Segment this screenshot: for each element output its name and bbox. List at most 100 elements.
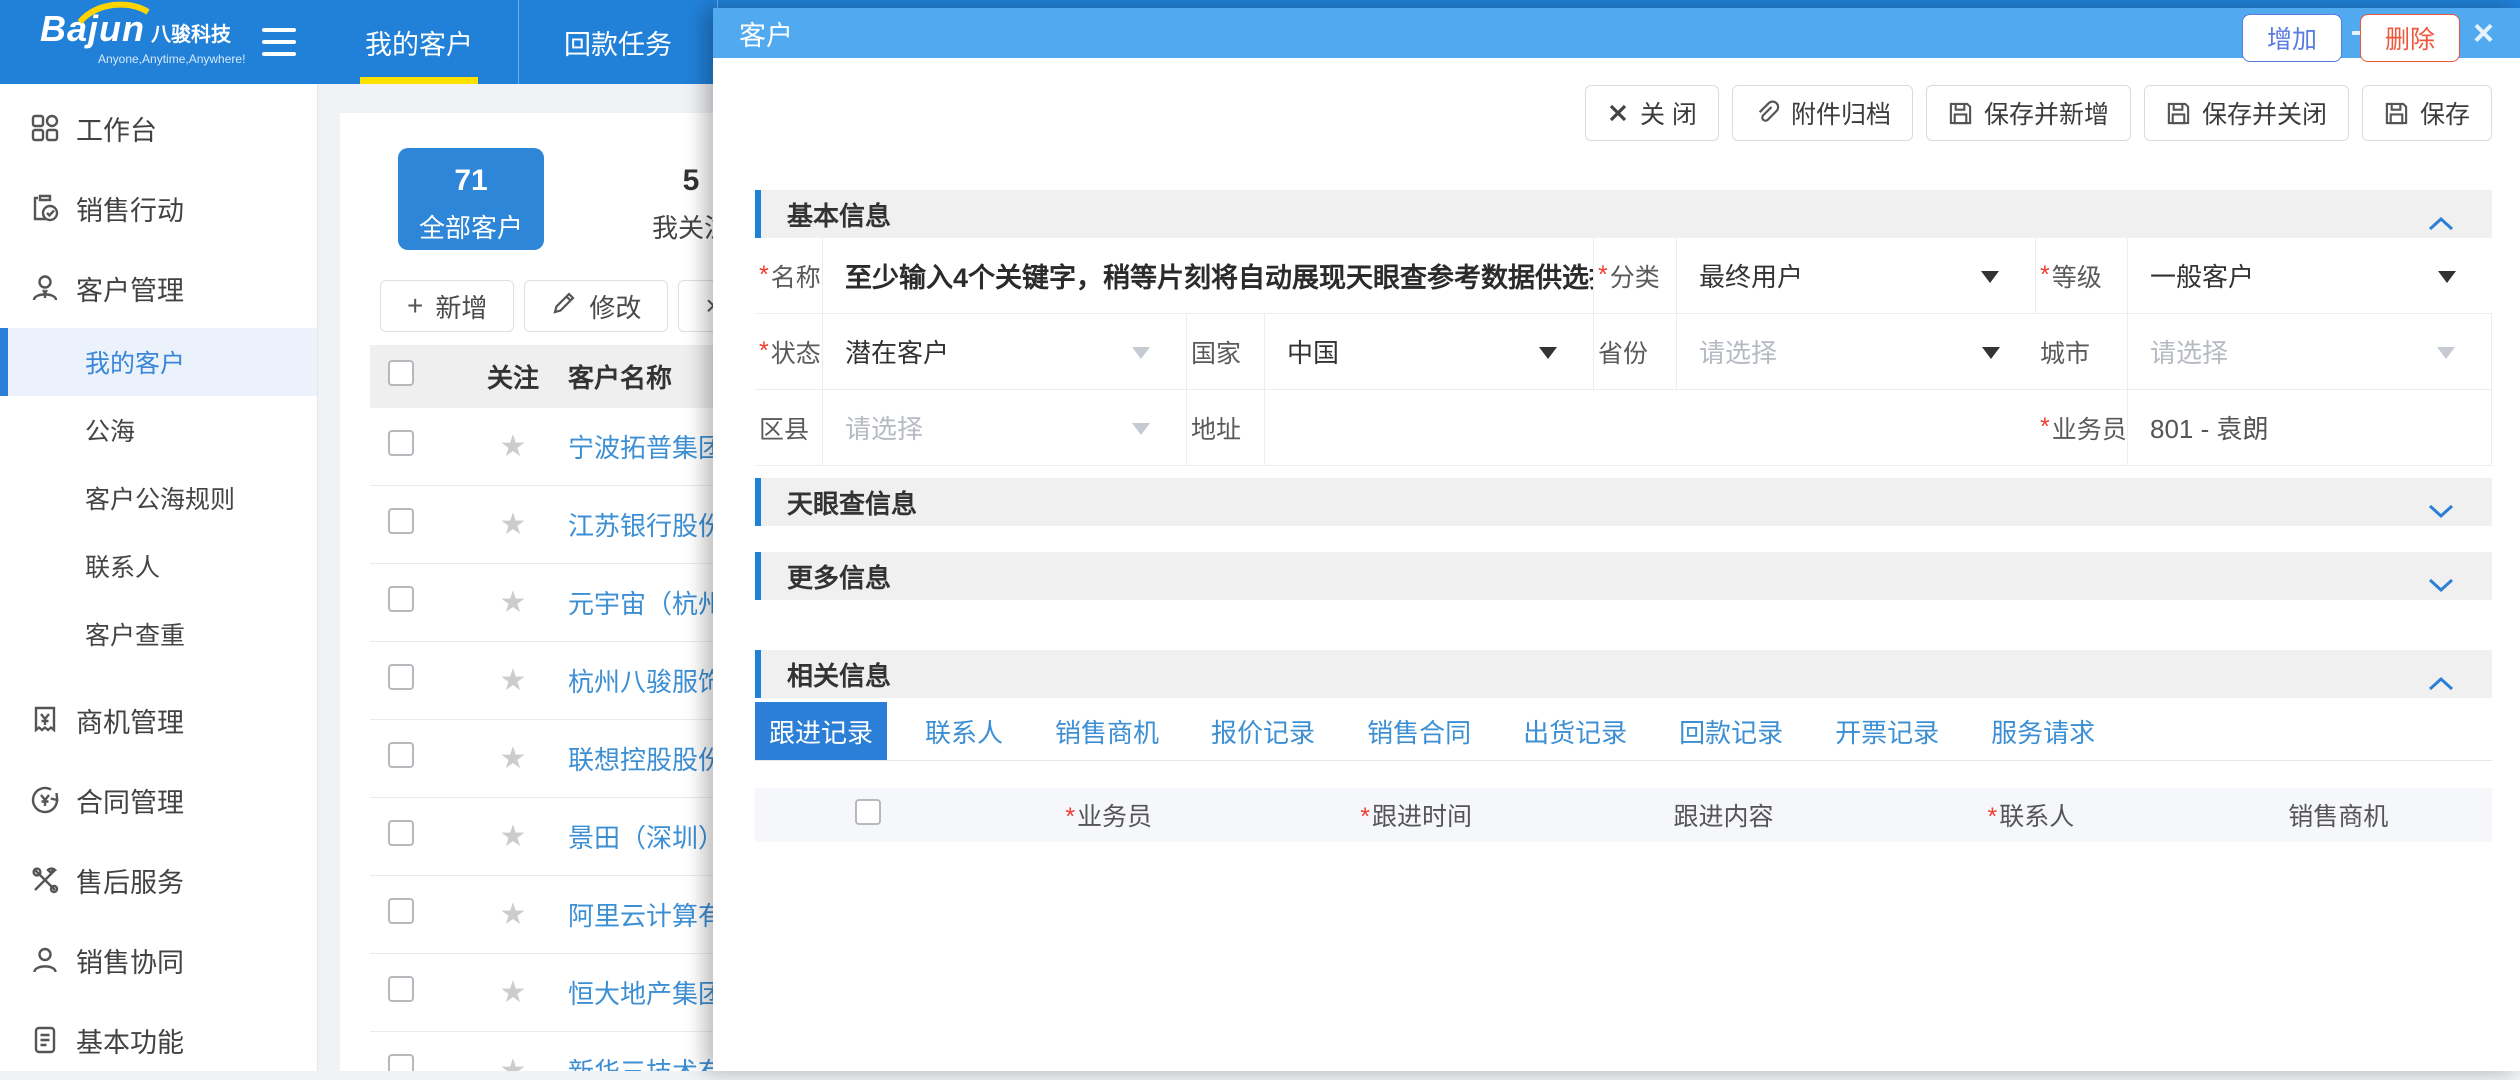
related-tab[interactable]: 开票记录: [1821, 702, 1953, 760]
related-tab[interactable]: 销售商机: [1041, 702, 1173, 760]
sidebar-item-label: 客户管理: [76, 269, 184, 308]
related-tab[interactable]: 出货记录: [1509, 702, 1641, 760]
brand-logo: Bajun 八骏科技 Anyone,Anytime,Anywhere!: [40, 8, 245, 66]
modal-content: 基本信息 名称 至少输入4个关键字，稍等片刻将自动展现天眼查参考数据供选择，保 …: [755, 8, 2492, 1071]
city-select[interactable]: 请选择: [2128, 314, 2492, 390]
related-info-tabs: 跟进记录 联系人 销售商机 报价记录 销售合同 出: [755, 702, 2492, 761]
sidebar-item-public-sea-rules[interactable]: 客户公海规则: [0, 464, 317, 532]
related-tab-label: 开票记录: [1835, 713, 1939, 750]
field-label-province: 省份: [1594, 314, 1677, 390]
select-all-checkbox[interactable]: [855, 799, 881, 825]
sidebar-item-label: 销售协同: [76, 941, 184, 980]
sidebar-item-after-sales[interactable]: 售后服务: [0, 840, 317, 920]
sidebar-item-sales-action[interactable]: 销售行动: [0, 168, 317, 248]
star-icon[interactable]: ★: [500, 508, 527, 541]
sidebar-item-sales-collaboration[interactable]: 销售协同: [0, 920, 317, 1000]
select-all-checkbox[interactable]: [388, 360, 414, 386]
sidebar-item-label: 工作台: [76, 109, 157, 148]
section-more-info[interactable]: 更多信息: [755, 552, 2492, 600]
sidebar-item-customer-dedupe[interactable]: 客户查重: [0, 600, 317, 668]
sidebar-item-customer-management[interactable]: 客户管理: [0, 248, 317, 328]
district-select[interactable]: 请选择: [823, 390, 1187, 466]
province-select[interactable]: 请选择: [1677, 314, 2036, 390]
country-select[interactable]: 中国: [1265, 314, 1594, 390]
star-icon[interactable]: ★: [500, 898, 527, 931]
section-related-info[interactable]: 相关信息: [755, 650, 2492, 698]
nav-tab[interactable]: 回款任务: [519, 0, 718, 84]
row-checkbox[interactable]: [388, 586, 414, 612]
button-label: 新增: [435, 288, 487, 325]
level-select[interactable]: 一般客户: [2128, 238, 2492, 314]
chevron-down-icon: [1132, 423, 1150, 435]
related-tab-label: 报价记录: [1211, 713, 1315, 750]
row-checkbox[interactable]: [388, 898, 414, 924]
grid-icon: [30, 113, 60, 143]
address-input[interactable]: [1265, 390, 2036, 466]
brand-name-cn: 八骏科技: [151, 18, 231, 47]
row-checkbox[interactable]: [388, 430, 414, 456]
sidebar-item-label: 商机管理: [76, 701, 184, 740]
status-select[interactable]: 潜在客户: [823, 314, 1187, 390]
chevron-up-icon[interactable]: [2428, 207, 2454, 238]
sidebar-item-label: 公海: [85, 412, 135, 448]
followup-column-header: 业务员: [955, 797, 1262, 833]
edit-customer-button[interactable]: 修改: [524, 280, 668, 332]
delete-record-button[interactable]: 删除: [2360, 14, 2460, 62]
field-label-level: 等级: [2036, 238, 2128, 314]
section-basic-info[interactable]: 基本信息: [755, 190, 2492, 238]
star-icon[interactable]: ★: [500, 664, 527, 697]
related-tab-label: 跟进记录: [769, 713, 873, 750]
chevron-down-icon[interactable]: [2428, 569, 2454, 600]
row-checkbox[interactable]: [388, 508, 414, 534]
sidebar-item-workbench[interactable]: 工作台: [0, 88, 317, 168]
related-tab[interactable]: 报价记录: [1197, 702, 1329, 760]
yen-circle-icon: [30, 785, 60, 815]
related-tab[interactable]: 联系人: [911, 702, 1017, 760]
pencil-icon: [551, 290, 577, 323]
star-icon[interactable]: ★: [500, 586, 527, 619]
sidebar-item-public-sea[interactable]: 公海: [0, 396, 317, 464]
nav-tab-label: 回款任务: [564, 23, 672, 62]
related-tab[interactable]: 跟进记录: [755, 702, 887, 760]
logo-swoosh-icon: [68, 0, 158, 26]
column-follow: 关注: [458, 358, 568, 395]
section-tianyancha-info[interactable]: 天眼查信息: [755, 478, 2492, 526]
sidebar-item-basic-functions[interactable]: 基本功能: [0, 1000, 317, 1080]
sidebar-item-my-customers[interactable]: 我的客户: [0, 328, 317, 396]
related-tab-label: 销售商机: [1055, 713, 1159, 750]
star-icon[interactable]: ★: [500, 742, 527, 775]
related-tab[interactable]: 服务请求: [1977, 702, 2109, 760]
star-icon[interactable]: ★: [500, 820, 527, 853]
menu-toggle-icon[interactable]: [262, 28, 296, 56]
salesman-field[interactable]: 801 - 袁朗: [2128, 390, 2492, 466]
sidebar-item-contacts[interactable]: 联系人: [0, 532, 317, 600]
related-tab[interactable]: 销售合同: [1353, 702, 1485, 760]
row-checkbox[interactable]: [388, 664, 414, 690]
stat-value: 71: [398, 164, 544, 198]
chevron-up-icon[interactable]: [2428, 667, 2454, 698]
star-icon[interactable]: ★: [500, 1054, 527, 1071]
field-label-category: 分类: [1594, 238, 1677, 314]
category-select[interactable]: 最终用户: [1677, 238, 2036, 314]
followup-table-header: 业务员 跟进时间 跟进内容 联系人 销售商机: [755, 788, 2492, 842]
person-icon: [30, 945, 60, 975]
sidebar-item-opportunity-management[interactable]: 商机管理: [0, 680, 317, 760]
chevron-down-icon[interactable]: [2428, 495, 2454, 526]
related-tab[interactable]: 回款记录: [1665, 702, 1797, 760]
sidebar-item-contract-management[interactable]: 合同管理: [0, 760, 317, 840]
add-customer-button[interactable]: + 新增: [380, 280, 514, 332]
nav-tab-label: 我的客户: [365, 23, 473, 62]
add-record-button[interactable]: 增加: [2242, 14, 2342, 62]
field-label-salesman: 业务员: [2036, 390, 2128, 466]
star-icon[interactable]: ★: [500, 430, 527, 463]
stat-all-customers[interactable]: 71 全部客户: [398, 148, 544, 250]
row-checkbox[interactable]: [388, 1054, 414, 1071]
row-checkbox[interactable]: [388, 742, 414, 768]
nav-tab[interactable]: 我的客户: [320, 0, 519, 84]
customer-name-input[interactable]: 至少输入4个关键字，稍等片刻将自动展现天眼查参考数据供选择，保: [823, 238, 1594, 314]
row-checkbox[interactable]: [388, 820, 414, 846]
sidebar-item-label: 客户公海规则: [85, 480, 235, 516]
sidebar-item-label: 销售行动: [76, 189, 184, 228]
star-icon[interactable]: ★: [500, 976, 527, 1009]
row-checkbox[interactable]: [388, 976, 414, 1002]
